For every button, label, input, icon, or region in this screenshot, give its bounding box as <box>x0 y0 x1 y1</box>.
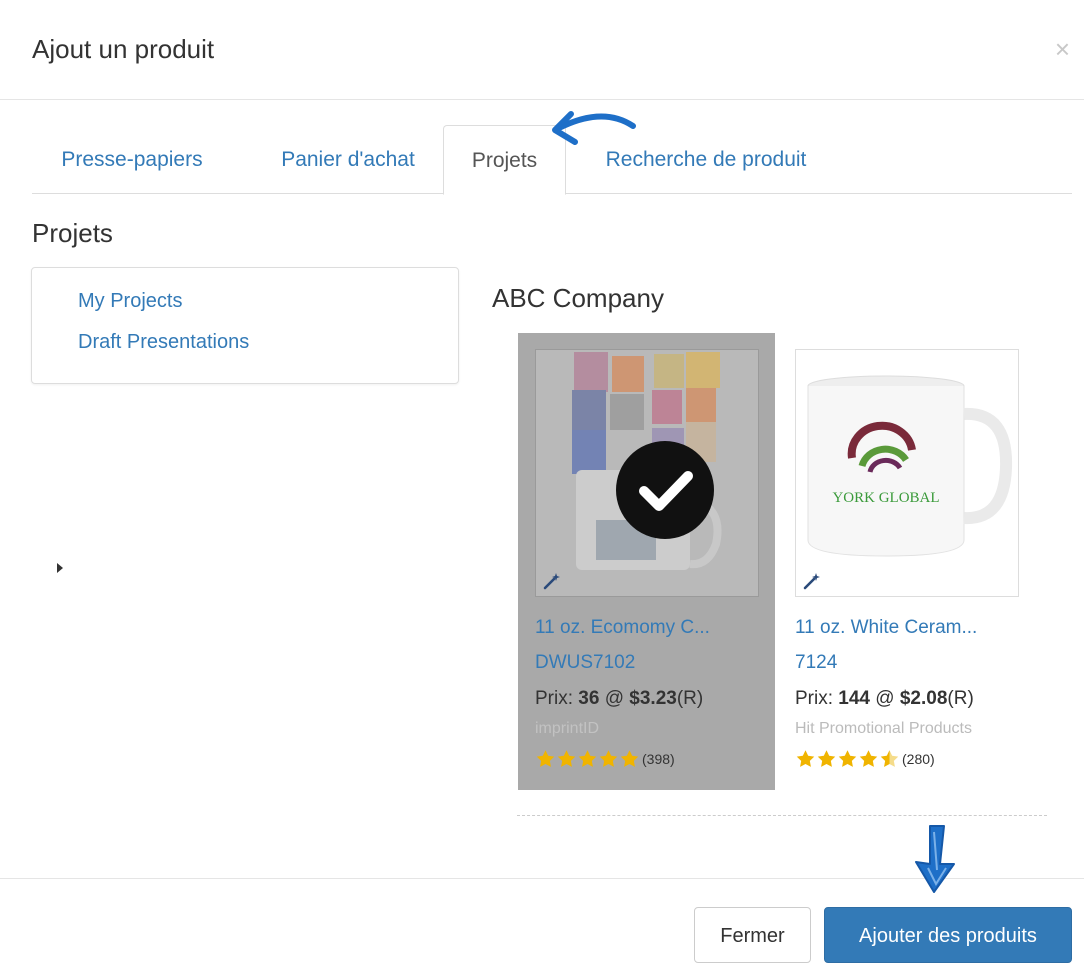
product-image: YORK GLOBAL <box>795 349 1019 597</box>
star-icon <box>859 750 878 767</box>
star-half-icon <box>880 750 899 767</box>
product-price: Prix: 36 @ $3.23(R) <box>535 688 703 710</box>
close-icon[interactable]: × <box>1055 36 1070 62</box>
product-name[interactable]: 11 oz. Ecomomy C... <box>535 617 710 639</box>
tab-presse-papiers[interactable]: Presse-papiers <box>32 125 232 194</box>
tree-item-my-projects[interactable]: My Projects <box>78 290 182 313</box>
divider <box>517 815 1047 816</box>
star-rating <box>535 749 640 769</box>
product-code[interactable]: 7124 <box>795 652 837 674</box>
price-value: $3.23 <box>629 688 677 709</box>
project-tree: My Projects Draft Presentations <box>31 267 459 573</box>
tab-bar: Presse-papiers Panier d'achat Projets Re… <box>32 125 1072 195</box>
product-rating: (398) <box>535 748 675 770</box>
caret-right-icon[interactable] <box>57 563 63 573</box>
product-code[interactable]: DWUS7102 <box>535 652 635 674</box>
tab-projets[interactable]: Projets <box>443 125 566 195</box>
product-card[interactable]: YORK GLOBAL 11 oz. White Ceram... 7124 P… <box>778 333 1035 790</box>
star-icon <box>599 750 618 767</box>
product-name[interactable]: 11 oz. White Ceram... <box>795 617 977 639</box>
add-products-button[interactable]: Ajouter des produits <box>824 907 1072 963</box>
price-separator: @ <box>599 688 630 709</box>
price-label: Prix: <box>795 688 839 709</box>
product-card[interactable]: 11 oz. Ecomomy C... DWUS7102 Prix: 36 @ … <box>518 333 775 790</box>
section-title: Projets <box>32 218 113 248</box>
magic-wand-icon[interactable] <box>803 572 821 590</box>
product-rating: (280) <box>795 748 935 770</box>
price-quantity: 36 <box>578 688 600 709</box>
modal-title: Ajout un produit <box>32 34 215 64</box>
star-icon <box>557 750 576 767</box>
product-price: Prix: 144 @ $2.08(R) <box>795 688 974 710</box>
star-icon <box>620 750 639 767</box>
product-image <box>535 349 759 597</box>
star-icon <box>796 750 815 767</box>
price-suffix: (R) <box>676 688 704 709</box>
star-icon <box>536 750 555 767</box>
star-icon <box>578 750 597 767</box>
modal-footer: Fermer Ajouter des produits <box>0 878 1084 978</box>
star-icon <box>838 750 857 767</box>
close-button[interactable]: Fermer <box>694 907 811 963</box>
price-label: Prix: <box>535 688 579 709</box>
white-mug-image: YORK GLOBAL <box>807 375 1013 557</box>
selected-check-icon <box>616 441 714 539</box>
star-rating <box>795 749 900 769</box>
review-count: (280) <box>902 751 935 767</box>
product-supplier: imprintID <box>535 720 600 737</box>
tab-recherche-de-produit[interactable]: Recherche de produit <box>580 125 832 194</box>
modal-header: Ajout un produit × <box>0 0 1084 100</box>
product-supplier: Hit Promotional Products <box>795 720 972 737</box>
tree-item-draft-presentations[interactable]: Draft Presentations <box>78 331 249 354</box>
price-suffix: (R) <box>947 688 974 709</box>
tab-panier-d-achat[interactable]: Panier d'achat <box>246 125 450 194</box>
magic-wand-icon[interactable] <box>543 572 561 590</box>
price-quantity: 144 <box>838 688 870 709</box>
logo-text: YORK GLOBAL <box>832 490 939 506</box>
price-value: $2.08 <box>899 688 948 709</box>
price-separator: @ <box>869 688 900 709</box>
star-icon <box>817 750 836 767</box>
company-name: ABC Company <box>492 283 664 313</box>
review-count: (398) <box>642 751 675 767</box>
